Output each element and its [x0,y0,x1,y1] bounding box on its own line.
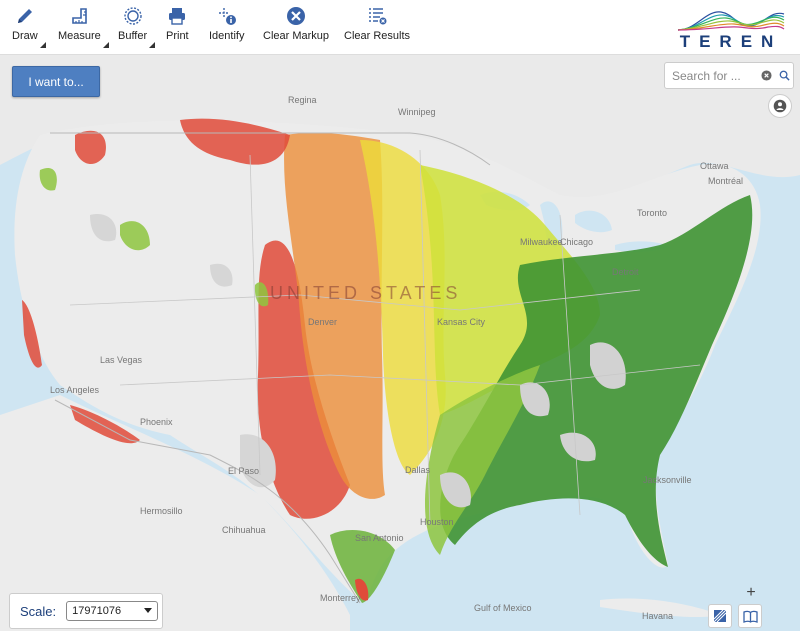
ruler-icon [72,8,88,24]
place-houston: Houston [420,517,454,527]
place-chicago: Chicago [560,237,594,247]
buffer-label: Buffer [118,30,148,42]
scale-control: Scale: 17971076 [9,593,163,629]
place-hermosillo: Hermosillo [140,506,183,516]
location-button[interactable] [768,94,792,118]
scale-value: 17971076 [72,605,122,617]
place-ottawa: Ottawa [700,161,729,171]
basemap-icon [713,609,727,623]
identify-tool[interactable]: Identify [209,6,244,50]
map-canvas [0,55,800,631]
teren-logo: TEREN [676,6,786,51]
scale-label: Scale: [20,603,57,619]
dropdown-arrow-icon [149,42,156,48]
place-dallas: Dallas [405,465,431,475]
basemap-button[interactable] [708,604,732,628]
chevron-down-icon [144,608,153,613]
search-input[interactable] [670,67,758,84]
map-view[interactable]: UNITED STATES Regina Winnipeg Toronto Ot… [0,55,800,631]
place-regina: Regina [288,95,317,105]
scale-select[interactable]: 17971076 [66,601,159,621]
measure-label: Measure [58,30,101,42]
place-detroit: Detroit [612,267,639,277]
dropdown-arrow-icon [39,42,46,48]
clear-circle-icon [287,7,306,25]
place-milwaukee: Milwaukee [520,237,563,247]
place-los-angeles: Los Angeles [50,385,100,395]
buffer-icon [123,7,142,25]
place-montreal: Montréal [708,176,744,186]
clear-list-icon [369,8,387,25]
zoom-in-button[interactable]: + [740,582,762,604]
place-winnipeg: Winnipeg [398,107,436,117]
print-label: Print [166,30,189,42]
clear-results-tool[interactable]: Clear Results [344,6,410,50]
place-jacksonville: Jacksonville [643,475,692,485]
place-gulf-of-mexico: Gulf of Mexico [474,603,532,613]
pencil-icon [17,9,32,23]
clear-markup-label: Clear Markup [263,30,330,42]
identify-label: Identify [209,30,245,42]
toolbar: Draw Measure Buffer Print Identify Clear… [0,0,800,55]
printer-icon [169,8,186,25]
location-icon [773,99,787,113]
clear-search-icon[interactable] [758,67,776,85]
place-denver: Denver [308,317,338,327]
place-las-vegas: Las Vegas [100,355,143,365]
clear-results-label: Clear Results [344,30,411,42]
i-want-to-button[interactable]: I want to... [12,66,100,97]
search-icon[interactable] [776,67,794,85]
logo-waves [677,11,785,31]
dropdown-arrow-icon [102,42,109,48]
print-tool[interactable]: Print [166,6,189,50]
buffer-tool[interactable]: Buffer [118,6,156,50]
search-box [664,62,794,89]
place-monterrey: Monterrey [320,593,361,603]
draw-tool[interactable]: Draw [12,6,46,50]
place-el-paso: El Paso [228,466,260,476]
place-kansas-city: Kansas City [437,317,486,327]
country-label: UNITED STATES [270,283,462,303]
legend-button[interactable] [738,604,762,628]
place-san-antonio: San Antonio [355,533,404,543]
clear-markup-tool[interactable]: Clear Markup [263,6,329,50]
book-icon [742,610,758,623]
place-toronto: Toronto [637,208,668,218]
draw-label: Draw [12,30,38,42]
measure-tool[interactable]: Measure [58,6,109,50]
logo-text: TEREN [679,32,783,51]
place-havana: Havana [642,611,674,621]
place-chihuahua: Chihuahua [222,525,266,535]
identify-icon [218,8,236,25]
place-phoenix: Phoenix [140,417,173,427]
